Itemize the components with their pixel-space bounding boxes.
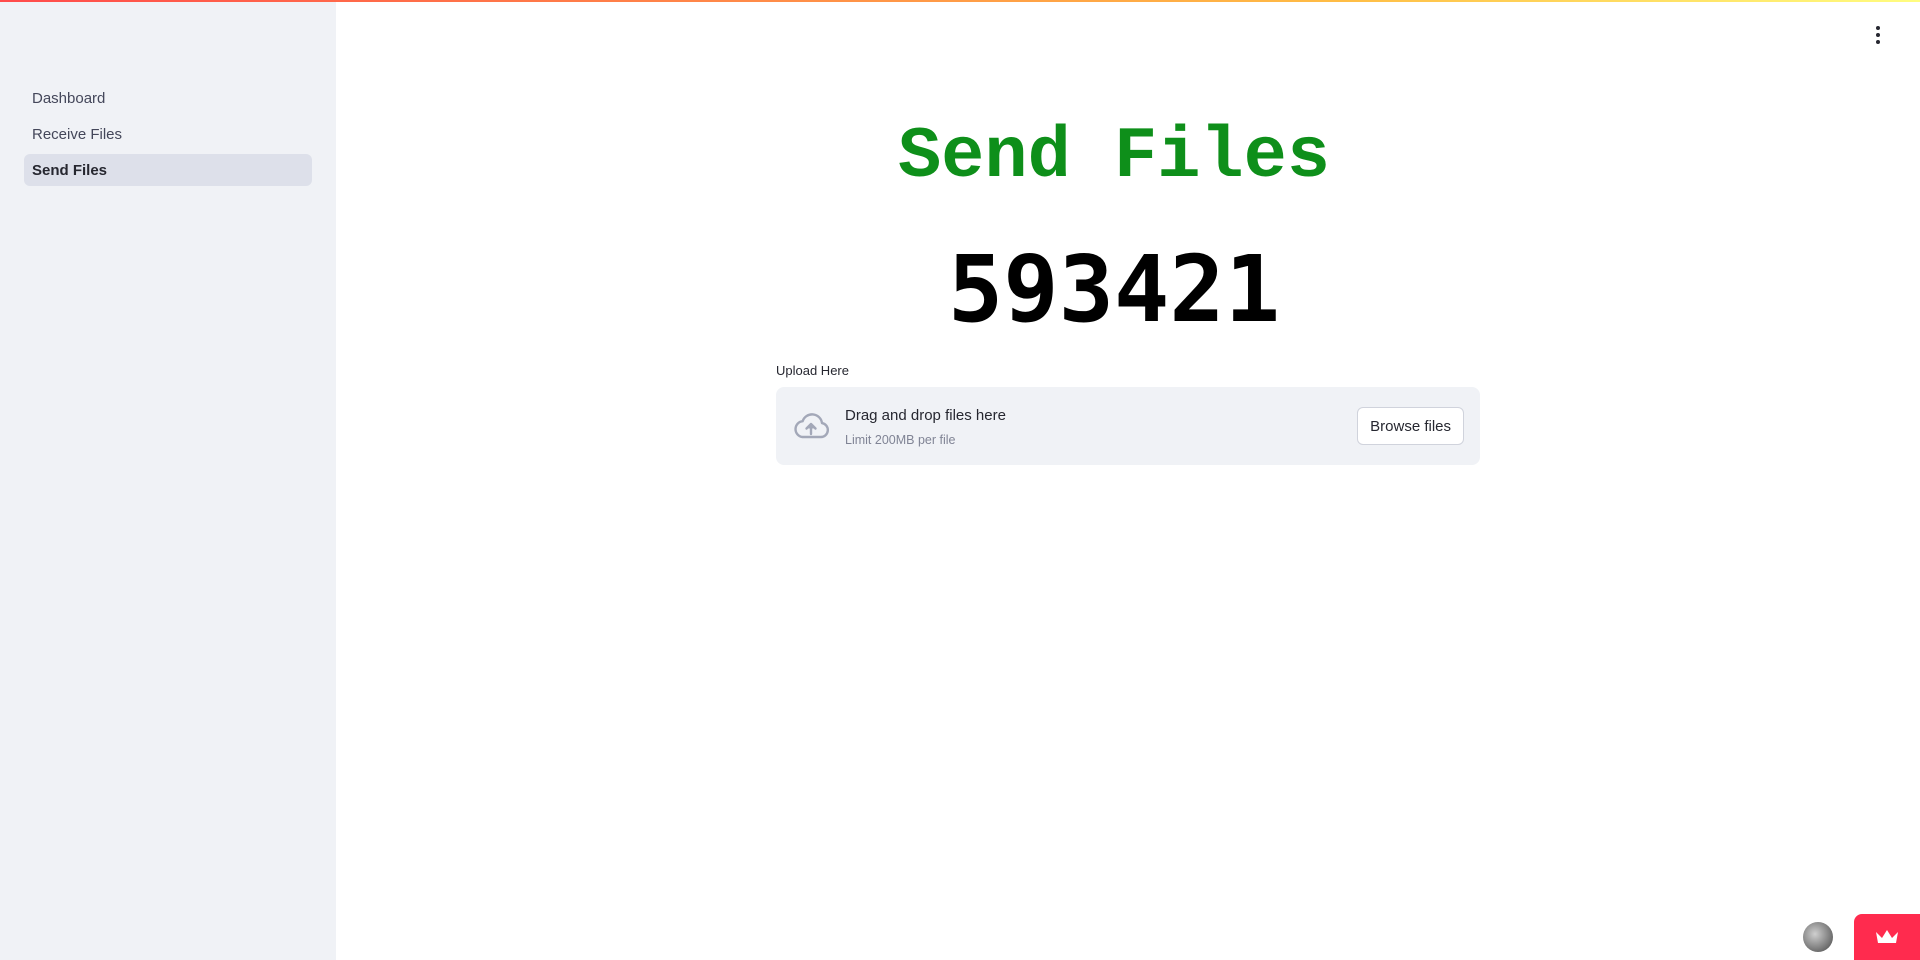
vertical-dots-icon-dot: [1876, 40, 1880, 44]
main-menu-button[interactable]: [1870, 24, 1886, 46]
sidebar-item-label: Dashboard: [32, 89, 106, 107]
app-header-decoration: [0, 0, 1920, 2]
sidebar-item-dashboard[interactable]: Dashboard: [24, 82, 312, 114]
transfer-code: 593421: [947, 236, 1281, 343]
page-title: Send Files: [897, 116, 1331, 198]
cloud-upload-icon: [794, 413, 830, 439]
sidebar-item-send-files[interactable]: Send Files: [24, 154, 312, 186]
vertical-dots-icon: [1876, 26, 1880, 30]
dropzone-limit: Limit 200MB per file: [845, 433, 956, 447]
browse-files-button[interactable]: Browse files: [1357, 407, 1464, 445]
sidebar-item-label: Send Files: [32, 161, 108, 179]
hosted-badge-button[interactable]: [1854, 914, 1920, 960]
sidebar: Dashboard Receive Files Send Files: [0, 0, 336, 960]
vertical-dots-icon-dot: [1876, 33, 1880, 37]
sidebar-nav: Dashboard Receive Files Send Files: [24, 82, 312, 190]
sidebar-item-label: Receive Files: [32, 125, 123, 143]
crown-icon: [1876, 930, 1898, 943]
sidebar-item-receive-files[interactable]: Receive Files: [24, 118, 312, 150]
main-content: Send Files 593421 Upload Here Drag and d…: [336, 0, 1920, 960]
uploader-label: Upload Here: [776, 363, 849, 378]
user-avatar[interactable]: [1803, 922, 1833, 952]
file-dropzone[interactable]: Drag and drop files here Limit 200MB per…: [776, 387, 1480, 465]
dropzone-instruction: Drag and drop files here: [845, 407, 1006, 424]
